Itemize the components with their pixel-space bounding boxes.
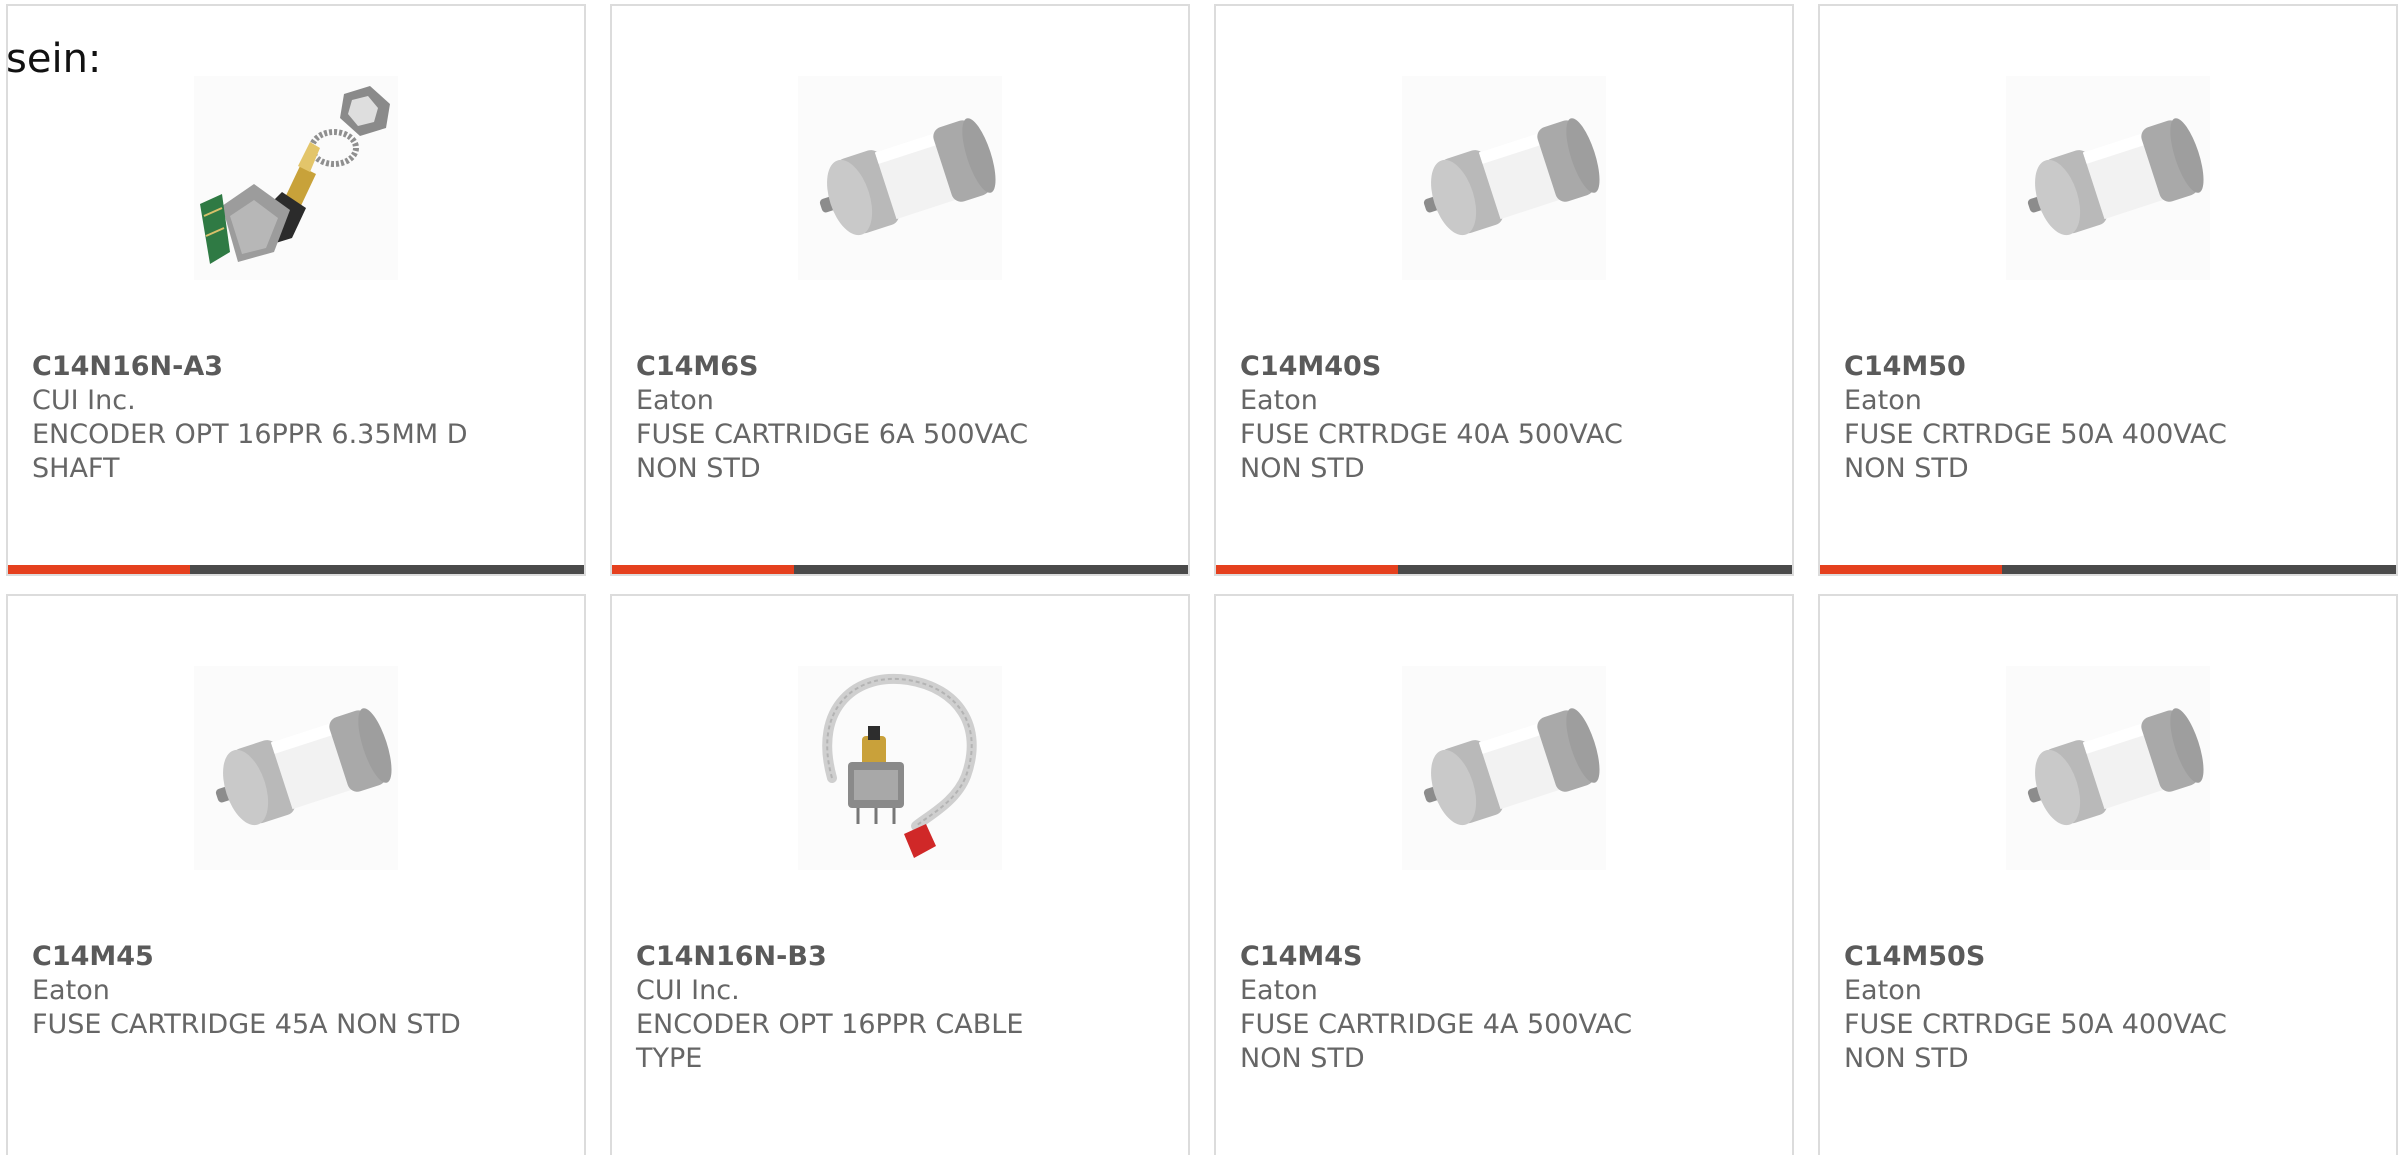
product-grid: C14N16N-A3 CUI Inc. ENCODER OPT 16PPR 6.… (6, 4, 2398, 1155)
product-description: FUSE CRTRDGE 50A 400VAC NON STD (1844, 419, 2227, 484)
product-description: FUSE CRTRDGE 50A 400VAC NON STD (1844, 1009, 2227, 1074)
fuse-cartridge-image[interactable] (1402, 666, 1606, 870)
part-number[interactable]: C14M6S (636, 350, 1076, 384)
card-footer-accent (8, 565, 190, 574)
part-number[interactable]: C14M4S (1240, 940, 1680, 974)
manufacturer: Eaton (1240, 975, 1318, 1006)
fuse-cartridge-image[interactable] (2006, 666, 2210, 870)
product-info: C14M6S Eaton FUSE CARTRIDGE 6A 500VAC NO… (636, 350, 1076, 486)
manufacturer: Eaton (1844, 975, 1922, 1006)
encoder-cable-image[interactable] (798, 666, 1002, 870)
product-description: FUSE CARTRIDGE 4A 500VAC NON STD (1240, 1009, 1633, 1074)
product-info: C14M50S Eaton FUSE CRTRDGE 50A 400VAC NO… (1844, 940, 2284, 1076)
product-info: C14M45 Eaton FUSE CARTRIDGE 45A NON STD (32, 940, 472, 1042)
lead-text: sein: (6, 36, 102, 82)
product-info: C14N16N-A3 CUI Inc. ENCODER OPT 16PPR 6.… (32, 350, 472, 486)
product-card[interactable]: C14M4S Eaton FUSE CARTRIDGE 4A 500VAC NO… (1214, 594, 1794, 1155)
card-footer-bar (8, 565, 584, 574)
product-description: FUSE CRTRDGE 40A 500VAC NON STD (1240, 419, 1623, 484)
manufacturer: CUI Inc. (636, 975, 740, 1006)
product-card[interactable]: C14M45 Eaton FUSE CARTRIDGE 45A NON STD (6, 594, 586, 1155)
product-card[interactable]: C14N16N-A3 CUI Inc. ENCODER OPT 16PPR 6.… (6, 4, 586, 576)
product-grid-page: sein: C14N16N-A3 CUI Inc. ENCODER OPT 16… (0, 0, 2400, 1155)
card-footer-accent (612, 565, 794, 574)
product-info: C14N16N-B3 CUI Inc. ENCODER OPT 16PPR CA… (636, 940, 1076, 1076)
card-footer-accent (1820, 565, 2002, 574)
manufacturer: CUI Inc. (32, 385, 136, 416)
fuse-cartridge-image[interactable] (798, 76, 1002, 280)
part-number[interactable]: C14M45 (32, 940, 472, 974)
manufacturer: Eaton (1240, 385, 1318, 416)
product-info: C14M50 Eaton FUSE CRTRDGE 50A 400VAC NON… (1844, 350, 2284, 486)
product-card[interactable]: C14M50S Eaton FUSE CRTRDGE 50A 400VAC NO… (1818, 594, 2398, 1155)
manufacturer: Eaton (636, 385, 714, 416)
product-card[interactable]: C14N16N-B3 CUI Inc. ENCODER OPT 16PPR CA… (610, 594, 1190, 1155)
product-description: ENCODER OPT 16PPR 6.35MM D SHAFT (32, 419, 468, 484)
product-info: C14M40S Eaton FUSE CRTRDGE 40A 500VAC NO… (1240, 350, 1680, 486)
fuse-cartridge-image[interactable] (2006, 76, 2210, 280)
product-description: ENCODER OPT 16PPR CABLE TYPE (636, 1009, 1024, 1074)
product-info: C14M4S Eaton FUSE CARTRIDGE 4A 500VAC NO… (1240, 940, 1680, 1076)
product-card[interactable]: C14M40S Eaton FUSE CRTRDGE 40A 500VAC NO… (1214, 4, 1794, 576)
fuse-cartridge-image[interactable] (1402, 76, 1606, 280)
part-number[interactable]: C14N16N-A3 (32, 350, 472, 384)
part-number[interactable]: C14M40S (1240, 350, 1680, 384)
product-description: FUSE CARTRIDGE 45A NON STD (32, 1009, 461, 1040)
part-number[interactable]: C14M50S (1844, 940, 2284, 974)
card-footer-accent (1216, 565, 1398, 574)
product-card[interactable]: C14M6S Eaton FUSE CARTRIDGE 6A 500VAC NO… (610, 4, 1190, 576)
card-footer-bar (1820, 565, 2396, 574)
part-number[interactable]: C14N16N-B3 (636, 940, 1076, 974)
encoder-d-shaft-image[interactable] (194, 76, 398, 280)
fuse-cartridge-image[interactable] (194, 666, 398, 870)
part-number[interactable]: C14M50 (1844, 350, 2284, 384)
product-card[interactable]: C14M50 Eaton FUSE CRTRDGE 50A 400VAC NON… (1818, 4, 2398, 576)
manufacturer: Eaton (1844, 385, 1922, 416)
card-footer-bar (1216, 565, 1792, 574)
manufacturer: Eaton (32, 975, 110, 1006)
card-footer-bar (612, 565, 1188, 574)
product-description: FUSE CARTRIDGE 6A 500VAC NON STD (636, 419, 1029, 484)
